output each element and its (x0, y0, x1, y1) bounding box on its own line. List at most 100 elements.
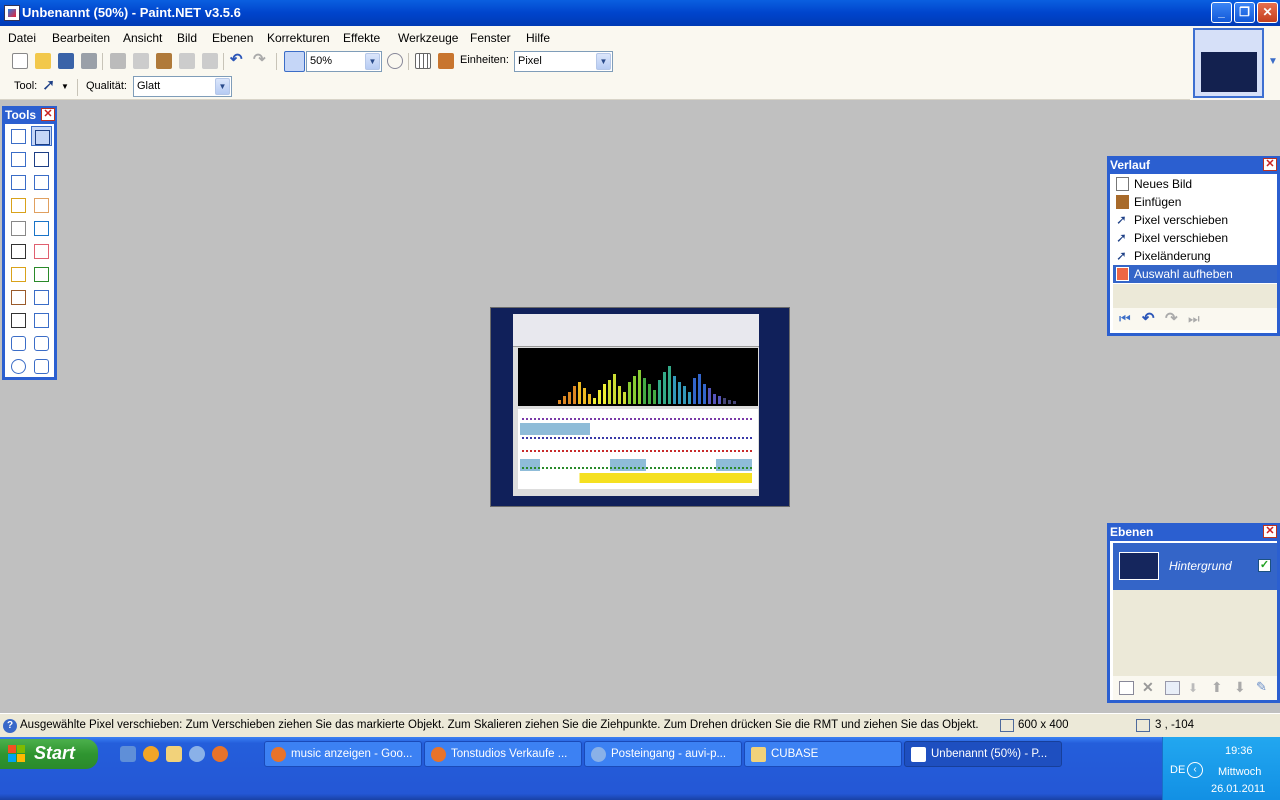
move-down-icon[interactable]: ⬇ (1234, 680, 1249, 695)
taskbar-button-firefox-tonstudios[interactable]: Tonstudios Verkaufe ... (424, 741, 582, 767)
maximize-button[interactable]: ❐ (1234, 2, 1255, 23)
taskbar-button-mail[interactable]: Posteingang - auvi-p... (584, 741, 742, 767)
zoom-select[interactable]: 50% ▼ (306, 51, 382, 72)
taskbar-button-paintnet[interactable]: Unbenannt (50%) - P... (904, 741, 1062, 767)
merge-down-icon[interactable]: ⬇ (1188, 681, 1203, 695)
image-canvas[interactable] (490, 307, 790, 507)
tools-panel-close-button[interactable]: ✕ (41, 108, 55, 121)
history-item[interactable]: ➚ Pixel verschieben (1113, 211, 1277, 229)
tool-move-selected-pixels[interactable] (31, 149, 52, 169)
menu-effekte[interactable]: Effekte (343, 31, 380, 45)
save-icon[interactable] (58, 53, 74, 69)
move-up-icon[interactable]: ⬆ (1211, 680, 1226, 695)
taskbar-button-firefox-music[interactable]: music anzeigen - Goo... (264, 741, 422, 767)
paste-icon[interactable] (156, 53, 172, 69)
menu-ebenen[interactable]: Ebenen (212, 31, 253, 45)
duplicate-layer-icon[interactable] (1165, 681, 1180, 695)
history-item-selected[interactable]: Auswahl aufheben (1113, 265, 1277, 283)
tool-rectangle-select[interactable] (8, 126, 29, 146)
language-indicator[interactable]: DE (1170, 764, 1185, 776)
tool-eraser[interactable] (31, 241, 52, 261)
tool-pan[interactable] (31, 195, 52, 215)
new-file-icon[interactable] (12, 53, 28, 69)
paintnet-app-icon[interactable] (4, 5, 20, 21)
menu-ansicht[interactable]: Ansicht (123, 31, 162, 45)
history-item[interactable]: Einfügen (1113, 193, 1277, 211)
history-item[interactable]: ➚ Pixel verschieben (1113, 229, 1277, 247)
fast-forward-icon[interactable]: ⏭ (1188, 312, 1203, 327)
tool-gradient[interactable] (31, 218, 52, 238)
tool-lasso-select[interactable] (8, 149, 29, 169)
chevron-down-icon[interactable]: ▼ (365, 53, 380, 70)
chevron-down-icon[interactable]: ▼ (596, 53, 611, 70)
print-icon[interactable] (81, 53, 97, 69)
layer-visibility-checkbox[interactable]: ✓ (1258, 559, 1271, 572)
undo-icon[interactable]: ↶ (1142, 311, 1157, 327)
tool-line-curve[interactable] (31, 310, 52, 330)
history-item[interactable]: Neues Bild (1113, 175, 1277, 193)
history-panel-close-button[interactable]: ✕ (1263, 158, 1277, 171)
tool-zoom[interactable] (31, 172, 52, 192)
tool-recolor[interactable] (31, 287, 52, 307)
minimize-button[interactable]: _ (1211, 2, 1232, 23)
tool-rounded-rectangle[interactable] (31, 333, 52, 353)
menu-bild[interactable]: Bild (177, 31, 197, 45)
open-file-icon[interactable] (35, 53, 51, 69)
add-layer-icon[interactable] (1119, 681, 1134, 695)
rulers-icon[interactable] (438, 53, 454, 69)
tool-magic-wand[interactable] (8, 195, 29, 215)
image-tab-thumbnail[interactable] (1193, 28, 1264, 98)
tool-rectangle[interactable] (8, 333, 29, 353)
menu-bearbeiten[interactable]: Bearbeiten (52, 31, 110, 45)
redo-icon[interactable]: ↷ (253, 52, 269, 69)
tool-color-picker[interactable] (31, 264, 52, 284)
menu-fenster[interactable]: Fenster (470, 31, 511, 45)
units-select[interactable]: Pixel ▼ (514, 51, 613, 72)
menu-datei[interactable]: Datei (8, 31, 36, 45)
tool-pencil[interactable] (8, 264, 29, 284)
layers-nav-bar: ✕ ⬇ ⬆ ⬇ ✎ (1113, 676, 1277, 700)
chevron-down-icon[interactable]: ▼ (1268, 56, 1278, 67)
undo-icon[interactable]: ↶ (230, 52, 246, 69)
tool-freeform-shape[interactable] (31, 356, 52, 376)
tool-paint-bucket[interactable] (8, 218, 29, 238)
tool-text[interactable] (8, 310, 29, 330)
tool-paintbrush[interactable] (8, 241, 29, 261)
close-button[interactable]: ✕ (1257, 2, 1278, 23)
history-item[interactable]: ➚Pixeländerung abschließen (1113, 247, 1277, 277)
taskbar-button-label: Posteingang - auvi-p... (611, 748, 727, 760)
redo-icon[interactable]: ↷ (1165, 311, 1180, 327)
tool-ellipse[interactable] (8, 356, 29, 376)
copy-icon[interactable] (133, 53, 149, 69)
delete-layer-icon[interactable]: ✕ (1142, 680, 1157, 695)
quicklaunch-firefox-icon[interactable] (212, 746, 228, 762)
crop-icon[interactable] (179, 53, 195, 69)
rewind-icon[interactable]: ⏮ (1119, 312, 1134, 327)
taskbar-button-cubase-folder[interactable]: CUBASE (744, 741, 902, 767)
zoom-out-icon[interactable] (284, 51, 305, 72)
layers-panel-close-button[interactable]: ✕ (1263, 525, 1277, 538)
tool-move-selection[interactable] (31, 126, 52, 146)
cut-icon[interactable] (110, 53, 126, 69)
start-button[interactable]: Start (0, 739, 98, 769)
grid-icon[interactable] (415, 53, 431, 69)
menu-werkzeuge[interactable]: Werkzeuge (398, 31, 458, 45)
clock-time[interactable]: 19:36 (1225, 745, 1253, 757)
menu-hilfe[interactable]: Hilfe (526, 31, 550, 45)
show-hidden-icons-icon[interactable]: ‹ (1187, 762, 1203, 778)
deselect-icon[interactable] (202, 53, 218, 69)
quality-select[interactable]: Glatt ▼ (133, 76, 232, 97)
menu-korrekturen[interactable]: Korrekturen (267, 31, 330, 45)
layer-row[interactable]: Hintergrund ✓ (1113, 543, 1277, 590)
layer-properties-icon[interactable]: ✎ (1256, 680, 1271, 695)
tool-ellipse-select[interactable] (8, 172, 29, 192)
zoom-in-icon[interactable] (387, 53, 403, 69)
chevron-down-icon[interactable]: ▼ (215, 78, 230, 95)
chevron-down-icon[interactable]: ▼ (61, 79, 77, 95)
quicklaunch-ie-icon[interactable] (120, 746, 136, 762)
quicklaunch-mail-icon[interactable] (189, 746, 205, 762)
quicklaunch-folder-icon[interactable] (166, 746, 182, 762)
quicklaunch-media-player-icon[interactable] (143, 746, 159, 762)
tool-clone-stamp[interactable] (8, 287, 29, 307)
move-selection-tool-icon[interactable]: ➚ (42, 78, 58, 95)
